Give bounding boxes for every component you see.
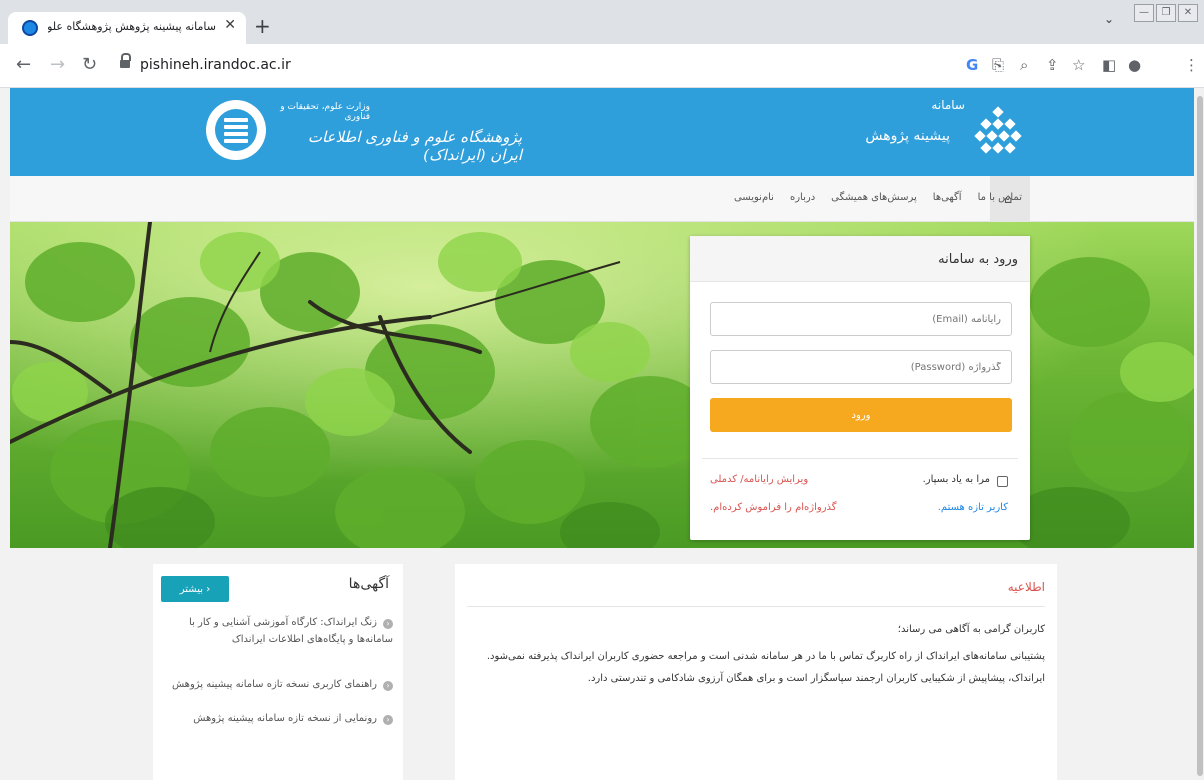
announcement-text: راهنمای کاربری نسخه تازه سامانه پیشینه پ… — [171, 679, 377, 690]
scrollbar-thumb[interactable] — [1197, 96, 1203, 776]
nav-item-contact[interactable]: تماس با ما — [978, 192, 1022, 203]
password-input[interactable] — [710, 350, 1012, 384]
notice-title: اطلاعیه — [1007, 580, 1045, 594]
browser-menu-icon[interactable]: ⋮ — [1184, 56, 1199, 74]
site-favicon-icon — [22, 20, 38, 36]
site-header: وزارت علوم، تحقیقات و فناوری پژوهشگاه عل… — [10, 88, 1194, 176]
login-button[interactable]: ورود — [710, 398, 1012, 432]
announcements-panel: آگهی‌ها بیشتر › ‹زنگ ایرانداک: کارگاه آم… — [153, 564, 403, 780]
share-icon[interactable]: ⇪ — [1046, 56, 1059, 74]
address-bar[interactable]: pishineh.irandoc.ac.ir — [112, 51, 932, 81]
announcement-item[interactable]: ‹ راهنمای کاربری نسخه تازه سامانه پیشینه … — [165, 676, 393, 693]
profile-avatar-icon[interactable]: ● — [1128, 56, 1141, 74]
ministry-text: وزارت علوم، تحقیقات و فناوری — [280, 102, 370, 122]
browser-tab-bar: سامانه پیشینه پژوهش پژوهشگاه علوم و فناو… — [0, 0, 1204, 44]
new-user-link[interactable]: کاربر تازه هستم. — [938, 502, 1008, 513]
remember-me-label[interactable]: مرا به یاد بسپار. — [923, 474, 990, 485]
reload-icon[interactable]: ↻ — [82, 54, 97, 75]
pishineh-logo-icon[interactable] — [972, 106, 1022, 156]
window-controls: — ❐ ✕ — [1134, 4, 1198, 22]
nav-item-about[interactable]: درباره — [790, 192, 815, 203]
chevron-circle-icon: ‹ — [383, 681, 393, 691]
close-window-icon[interactable]: ✕ — [1178, 4, 1198, 22]
chevron-circle-icon: ‹ — [383, 619, 393, 629]
browser-tab[interactable]: سامانه پیشینه پژوهش پژوهشگاه علوم و فناو… — [8, 12, 246, 44]
announcement-item[interactable]: ‹ رونمایی از نسخه تازه سامانه پیشینه پژوه… — [165, 710, 393, 727]
more-label: بیشتر — [179, 583, 204, 595]
login-divider — [702, 458, 1018, 459]
notice-panel: اطلاعیه کاربران گرامی به آگاهی می رساند؛… — [455, 564, 1057, 780]
edit-email-link[interactable]: ویرایش رایانامه/ کدملی — [710, 474, 808, 485]
forward-arrow-icon[interactable]: → — [50, 54, 65, 75]
notice-divider — [467, 606, 1045, 607]
login-header: ورود به سامانه — [690, 236, 1030, 282]
irandoc-logo-icon[interactable] — [206, 100, 266, 160]
translate-icon[interactable]: ⎘ — [992, 56, 1004, 74]
zoom-icon[interactable]: ⌕ — [1020, 56, 1028, 74]
lock-icon[interactable] — [120, 53, 131, 70]
browser-toolbar: ← → ↻ pishineh.irandoc.ac.ir G ⎘ ⌕ ⇪ ☆ ◧… — [0, 44, 1204, 88]
system-label: سامانه — [931, 98, 965, 112]
email-input[interactable] — [710, 302, 1012, 336]
new-tab-icon[interactable]: + — [254, 14, 271, 38]
minimize-icon[interactable]: — — [1134, 4, 1154, 22]
main-nav: ⌂ نام‌نویسی درباره پرسش‌های همیشگی آگهی‌… — [10, 176, 1194, 222]
nav-item-faq[interactable]: پرسش‌های همیشگی — [831, 192, 917, 203]
login-panel: ورود به سامانه ورود مرا به یاد بسپار. وی… — [690, 236, 1030, 540]
forgot-password-link[interactable]: گذرواژه‌ام را فراموش کرده‌ام. — [710, 502, 837, 513]
url-text[interactable]: pishineh.irandoc.ac.ir — [140, 57, 291, 73]
more-announcements-button[interactable]: بیشتر › — [161, 576, 229, 602]
login-title: ورود به سامانه — [938, 252, 1018, 267]
maximize-icon[interactable]: ❐ — [1156, 4, 1176, 22]
back-arrow-icon[interactable]: ← — [16, 54, 31, 75]
institute-name[interactable]: پژوهشگاه علوم و فناوری اطلاعات ایران (ای… — [272, 128, 522, 164]
tab-search-chevron-icon[interactable]: ⌄ — [1104, 12, 1114, 26]
announcement-item[interactable]: ‹زنگ ایرانداک: کارگاه آموزشی آشنایی و کا… — [165, 614, 393, 648]
tab-close-icon[interactable]: ✕ — [224, 17, 236, 33]
google-translate-icon[interactable]: G — [966, 56, 978, 74]
tab-title: سامانه پیشینه پژوهش پژوهشگاه علوم و فناو — [48, 20, 216, 33]
announcement-text: رونمایی از نسخه تازه سامانه پیشینه پژوهش — [193, 713, 377, 724]
nav-item-announcements[interactable]: آگهی‌ها — [933, 192, 962, 203]
side-panel-icon[interactable]: ◧ — [1102, 56, 1116, 74]
remember-me-checkbox[interactable] — [997, 476, 1008, 487]
notice-greeting: کاربران گرامی به آگاهی می رساند؛ — [897, 624, 1045, 635]
system-name[interactable]: پیشینه پژوهش — [850, 128, 950, 144]
chevron-circle-icon: ‹ — [383, 715, 393, 725]
notice-body: پشتیبانی سامانه‌های ایرانداک از راه کارب… — [486, 651, 1045, 684]
chevron-right-icon: › — [206, 583, 211, 595]
bookmark-star-icon[interactable]: ☆ — [1072, 56, 1085, 74]
nav-item-register[interactable]: نام‌نویسی — [734, 192, 774, 203]
announcements-title: آگهی‌ها — [348, 576, 389, 592]
announcement-text: زنگ ایرانداک: کارگاه آموزشی آشنایی و کار… — [189, 617, 393, 645]
